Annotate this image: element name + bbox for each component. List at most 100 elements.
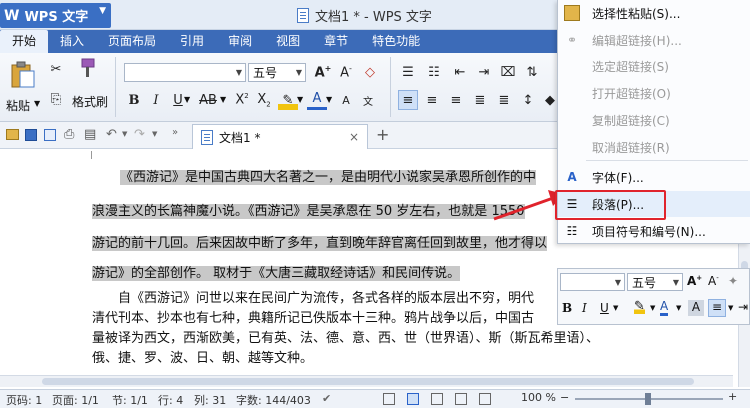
menu-item-paste-special[interactable]: 选择性粘贴(S)... [558, 0, 750, 26]
clear-format-button[interactable]: ◇ [360, 62, 380, 82]
status-column[interactable]: 列: 31 [194, 392, 226, 408]
chevron-down-icon[interactable]: ▼ [220, 95, 226, 104]
zoom-slider-handle[interactable] [645, 393, 651, 405]
open-folder-icon[interactable] [6, 129, 19, 140]
shrink-font-icon[interactable]: A- [708, 274, 719, 288]
brush-icon[interactable]: ✦ [728, 274, 738, 288]
italic-icon[interactable]: I [582, 301, 587, 315]
save-icon[interactable] [25, 129, 37, 141]
undo-icon[interactable]: ↶ [106, 127, 117, 142]
bold-icon[interactable]: B [562, 301, 572, 315]
phonetic-button[interactable]: 文 [358, 90, 378, 110]
page-view-icon[interactable] [407, 393, 419, 405]
cut-button[interactable]: ✂ [46, 59, 66, 79]
align-center-button[interactable]: ≡ [422, 90, 442, 110]
tab-home[interactable]: 开始 [0, 30, 49, 53]
align-left-button[interactable]: ≡ [398, 90, 418, 110]
mini-font-name-combo[interactable]: ▼ [560, 273, 625, 291]
chevron-down-icon[interactable]: ▼ [297, 95, 303, 104]
align-icon[interactable]: ≡ [708, 299, 726, 317]
bold-button[interactable]: B [124, 90, 144, 110]
menu-item-remove-hyperlink[interactable]: 取消超链接(R) [558, 134, 750, 160]
view-mode-icon[interactable] [383, 393, 395, 405]
chevron-down-icon[interactable]: ▼ [650, 304, 655, 312]
chevron-down-icon[interactable]: ▼ [152, 130, 157, 138]
horizontal-scrollbar[interactable] [0, 375, 733, 387]
status-page-number[interactable]: 页码: 1 [6, 392, 42, 408]
zoom-in-icon[interactable]: + [728, 390, 737, 403]
indent-icon[interactable]: ⇥ [738, 300, 748, 314]
menu-item-bullets-numbering[interactable]: ☷ 项目符号和编号(N)... [558, 218, 750, 244]
status-section[interactable]: 节: 1/1 [112, 392, 148, 408]
char-shading-button[interactable]: A [336, 90, 356, 110]
doc-line-selected-2[interactable]: 浪漫主义的长篇神魔小说。《西游记》是吴承恩在 50 岁左右，也就是 1550 [92, 194, 557, 224]
outline-view-icon[interactable] [431, 393, 443, 405]
grow-font-icon[interactable]: A+ [687, 274, 702, 288]
chevron-down-icon[interactable]: ▼ [122, 130, 127, 138]
subscript-button[interactable]: X2 [254, 90, 274, 110]
web-view-icon[interactable] [455, 393, 467, 405]
numbering-button[interactable]: ☷ [424, 62, 444, 82]
doc-line[interactable]: 自《西游记》问世以来在民间广为流传，各式各样的版本层出不穷，明代 [118, 287, 534, 306]
align-right-button[interactable]: ≡ [446, 90, 466, 110]
chevron-down-icon[interactable]: ▼ [728, 304, 733, 312]
close-icon[interactable]: × [349, 130, 359, 144]
tab-view[interactable]: 视图 [264, 30, 312, 53]
doc-line-selected-4[interactable]: 游记》的全部创作。 取材于《大唐三藏取经诗话》和民间传说。 [92, 257, 502, 287]
zoom-out-icon[interactable]: − [560, 391, 569, 404]
tab-chapter[interactable]: 章节 [312, 30, 360, 53]
status-row[interactable]: 行: 4 [158, 392, 183, 408]
tab-features[interactable]: 特色功能 [360, 30, 432, 53]
grow-font-button[interactable]: A+ [313, 62, 333, 82]
read-view-icon[interactable] [479, 393, 491, 405]
zoom-slider[interactable] [575, 393, 723, 405]
shrink-font-button[interactable]: A- [336, 62, 356, 82]
tab-review[interactable]: 审阅 [216, 30, 264, 53]
copy-button[interactable]: ⎘ [46, 89, 66, 109]
strikethrough-button[interactable]: AB [196, 90, 220, 110]
format-painter-label[interactable]: 格式刷 [72, 93, 108, 110]
chinese-layout-button[interactable]: ⌧ [498, 62, 518, 82]
italic-button[interactable]: I [146, 90, 166, 110]
format-painter-button[interactable] [76, 57, 102, 83]
highlight-button[interactable]: ✎ [278, 90, 298, 110]
print-preview-icon[interactable]: ▤ [84, 127, 96, 142]
font-size-combo[interactable]: 五号 ▼ [248, 63, 306, 82]
distribute-button[interactable]: ≣ [494, 90, 514, 110]
bullets-button[interactable]: ☰ [398, 62, 418, 82]
font-name-combo[interactable]: ▼ [124, 63, 246, 82]
char-shading-icon[interactable]: A [688, 300, 704, 316]
menu-item-edit-hyperlink[interactable]: ⚭ 编辑超链接(H)... [558, 27, 750, 53]
font-color-button[interactable]: A [307, 90, 327, 110]
doc-line[interactable]: 俄、捷、罗、波、日、朝、越等文种。 [92, 347, 313, 366]
superscript-button[interactable]: X2 [232, 90, 252, 110]
scrollbar-thumb[interactable] [42, 378, 694, 385]
increase-indent-button[interactable]: ⇥ [474, 62, 494, 82]
justify-button[interactable]: ≣ [470, 90, 490, 110]
tab-insert[interactable]: 插入 [48, 30, 96, 53]
spellcheck-icon[interactable]: ✔ [322, 392, 331, 405]
status-pages[interactable]: 页面: 1/1 [52, 392, 99, 408]
status-word-count[interactable]: 字数: 144/403 [236, 392, 311, 408]
menu-item-select-hyperlink[interactable]: 选定超链接(S) [558, 53, 750, 79]
chevron-down-icon[interactable]: ▼ [326, 95, 332, 104]
tab-page-layout[interactable]: 页面布局 [96, 30, 168, 53]
new-tab-icon[interactable]: + [376, 125, 389, 144]
chevron-down-icon[interactable]: ▼ [184, 95, 190, 104]
app-menu-button[interactable]: W WPS 文字 ▼ [0, 3, 111, 28]
doc-line[interactable]: 清代刊本、抄本也有七种，典籍所记已佚版本十三种。鸦片战争以后，中国古 [92, 307, 534, 326]
paste-button[interactable]: 粘贴 ▼ [6, 59, 40, 117]
menu-item-copy-hyperlink[interactable]: 复制超链接(C) [558, 107, 750, 133]
line-spacing-button[interactable]: ↕ [518, 90, 538, 110]
underline-icon[interactable]: U [600, 301, 609, 315]
menu-item-open-hyperlink[interactable]: 打开超链接(O) [558, 80, 750, 106]
font-color-icon[interactable]: A [660, 299, 669, 316]
document-tab[interactable]: 文档1 * × [192, 124, 368, 149]
chevron-down-icon[interactable]: ▼ [613, 304, 618, 312]
highlighter-icon[interactable]: ✎ [634, 299, 645, 314]
sort-button[interactable]: ⇅ [522, 62, 542, 82]
menu-item-font[interactable]: A 字体(F)... [558, 164, 750, 190]
redo-icon[interactable]: ↷ [134, 127, 145, 142]
mini-font-size-combo[interactable]: 五号 ▼ [627, 273, 683, 291]
doc-line-selected-3[interactable]: 游记的前十几回。后来因故中断了多年，直到晚年辞官离任回到故里，他才得以 [92, 227, 557, 257]
